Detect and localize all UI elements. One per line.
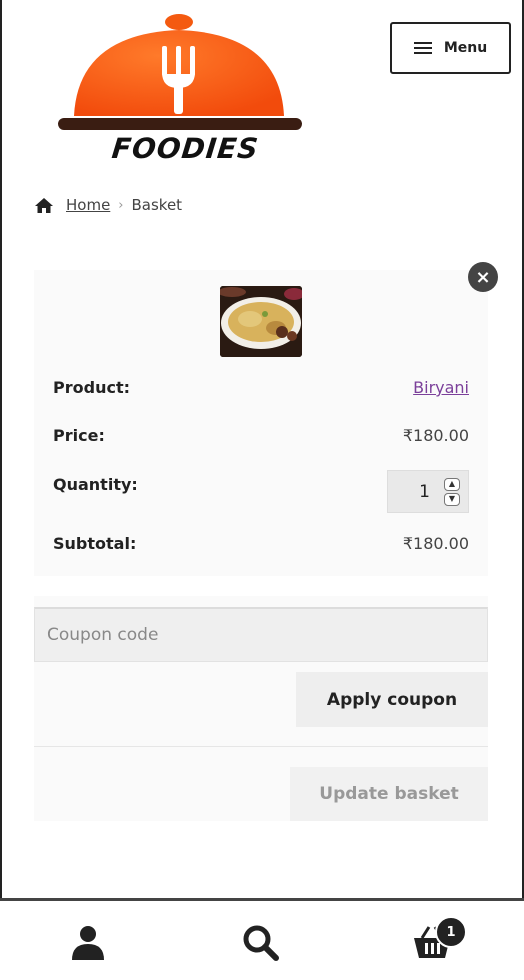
breadcrumb-current: Basket (131, 196, 183, 214)
breadcrumb: Home › Basket (34, 196, 182, 214)
subtotal-value: ₹180.00 (402, 534, 469, 553)
update-basket-button[interactable]: Update basket (290, 767, 488, 821)
subtotal-label: Subtotal: (53, 534, 137, 553)
coupon-code-input[interactable]: Coupon code (34, 607, 488, 662)
home-icon (35, 197, 53, 213)
price-row: Price: ₹180.00 (53, 426, 469, 445)
quantity-value: 1 (419, 481, 430, 502)
brand-wordmark: FOODIES (110, 132, 261, 165)
product-label: Product: (53, 378, 130, 397)
subtotal-row: Subtotal: ₹180.00 (53, 534, 469, 553)
quantity-stepper[interactable]: 1 ▲ ▼ (387, 470, 469, 513)
cart-count-badge: 1 (435, 916, 467, 948)
quantity-row: Quantity: (53, 475, 173, 494)
apply-coupon-button[interactable]: Apply coupon (296, 672, 488, 727)
breadcrumb-home-link[interactable]: Home (66, 196, 110, 214)
remove-item-icon[interactable]: × (468, 262, 498, 292)
price-label: Price: (53, 426, 105, 445)
hamburger-icon (413, 42, 432, 54)
breadcrumb-separator: › (118, 197, 124, 213)
product-row: Product: Biryani (53, 378, 469, 397)
price-value: ₹180.00 (402, 426, 469, 445)
menu-label: Menu (443, 40, 488, 56)
account-icon[interactable] (68, 922, 108, 962)
divider (34, 746, 488, 747)
search-icon[interactable] (240, 922, 280, 962)
menu-button[interactable]: Menu (390, 22, 511, 74)
chevron-down-icon[interactable]: ▼ (444, 492, 460, 506)
product-thumbnail[interactable] (220, 286, 302, 357)
product-link[interactable]: Biryani (413, 378, 469, 397)
quantity-label: Quantity: (53, 475, 138, 494)
chevron-up-icon[interactable]: ▲ (444, 477, 460, 491)
